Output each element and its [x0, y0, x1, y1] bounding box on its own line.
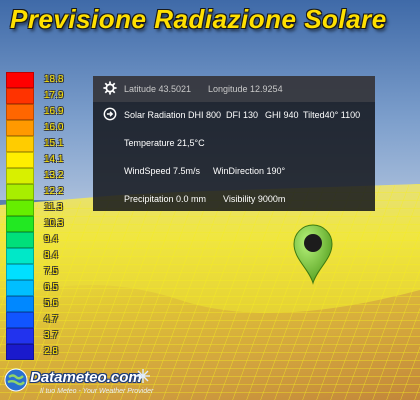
wind-row: WindSpeed 7.5m/s WinDirection 190° — [93, 158, 375, 184]
brand-logo[interactable]: Datameteo.com Il tuo Meteo - Your Weathe… — [0, 365, 160, 400]
legend-label: 2.8 — [44, 346, 58, 357]
precipitation-row: Precipitation 0.0 mm Visibility 9000m — [93, 186, 375, 212]
legend-swatch — [6, 264, 34, 280]
longitude-value: Longitude 12.9254 — [208, 84, 283, 94]
latitude-value: Latitude 43.5021 — [124, 84, 192, 94]
info-panel: Latitude 43.5021 Longitude 12.9254 Solar… — [93, 76, 375, 211]
arrow-circle-icon[interactable] — [103, 107, 117, 121]
legend-swatch — [6, 216, 34, 232]
legend-swatch — [6, 88, 34, 104]
legend-swatch — [6, 152, 34, 168]
legend-swatch — [6, 184, 34, 200]
wind-direction-value: WinDirection 190° — [213, 166, 286, 176]
solar-radiation-ghi: GHI 940 — [265, 110, 299, 120]
temperature-value: Temperature 21,5°C — [124, 138, 205, 148]
legend-swatch — [6, 200, 34, 216]
legend-swatch — [6, 312, 34, 328]
legend-label: 10.3 — [44, 218, 64, 229]
gear-icon[interactable] — [103, 81, 117, 95]
legend-swatch — [6, 232, 34, 248]
location-row: Latitude 43.5021 Longitude 12.9254 — [93, 76, 375, 102]
legend-swatch — [6, 104, 34, 120]
legend-label: 9.4 — [44, 234, 58, 245]
snowflake-icon — [136, 369, 150, 383]
legend-label: 3.7 — [44, 330, 58, 341]
legend-label: 7.5 — [44, 266, 58, 277]
legend-label: 17.9 — [44, 90, 64, 101]
legend-label: 18.8 — [44, 74, 64, 85]
location-pin-icon[interactable] — [292, 223, 334, 285]
legend-swatch — [6, 168, 34, 184]
legend-label: 4.7 — [44, 314, 58, 325]
legend-label: 5.6 — [44, 298, 58, 309]
page-title: Previsione Radiazione Solare — [10, 4, 387, 34]
precipitation-value: Precipitation 0.0 mm — [124, 194, 207, 204]
legend-label: 13.2 — [44, 170, 64, 181]
legend-label: 8.4 — [44, 250, 58, 261]
legend-label: 15.1 — [44, 138, 64, 149]
legend-swatch — [6, 296, 34, 312]
legend-label: 6.5 — [44, 282, 58, 293]
legend-label: 12.2 — [44, 186, 64, 197]
legend-swatch — [6, 72, 34, 88]
legend-label: 14.1 — [44, 154, 64, 165]
legend-label: 16.9 — [44, 106, 64, 117]
temperature-row: Temperature 21,5°C — [93, 130, 375, 156]
solar-radiation-row: Solar Radiation DHI 800 DFI 130 GHI 940 … — [93, 102, 375, 128]
brand-tagline: Il tuo Meteo - Your Weather Provider — [40, 388, 154, 395]
legend-swatch — [6, 328, 34, 344]
globe-icon — [4, 368, 28, 392]
wind-speed-value: WindSpeed 7.5m/s — [124, 166, 201, 176]
visibility-value: Visibility 9000m — [223, 194, 286, 204]
legend-label: 11.3 — [44, 202, 63, 213]
legend-swatch — [6, 136, 34, 152]
legend-label: 16.0 — [44, 122, 64, 133]
brand-name: Datameteo.com — [30, 369, 142, 386]
legend-swatch — [6, 248, 34, 264]
solar-radiation-dfi: DFI 130 — [226, 110, 259, 120]
color-scale-legend: 18.8 17.9 16.9 16.0 15.1 14.1 13.2 12.2 11.3 10.3… — [6, 72, 63, 360]
legend-swatch — [6, 120, 34, 136]
legend-swatch — [6, 280, 34, 296]
solar-radiation-tilted: Tilted40° 1100 — [303, 110, 361, 120]
solar-radiation-dhi: Solar Radiation DHI 800 — [124, 110, 222, 120]
legend-swatch — [6, 344, 34, 360]
